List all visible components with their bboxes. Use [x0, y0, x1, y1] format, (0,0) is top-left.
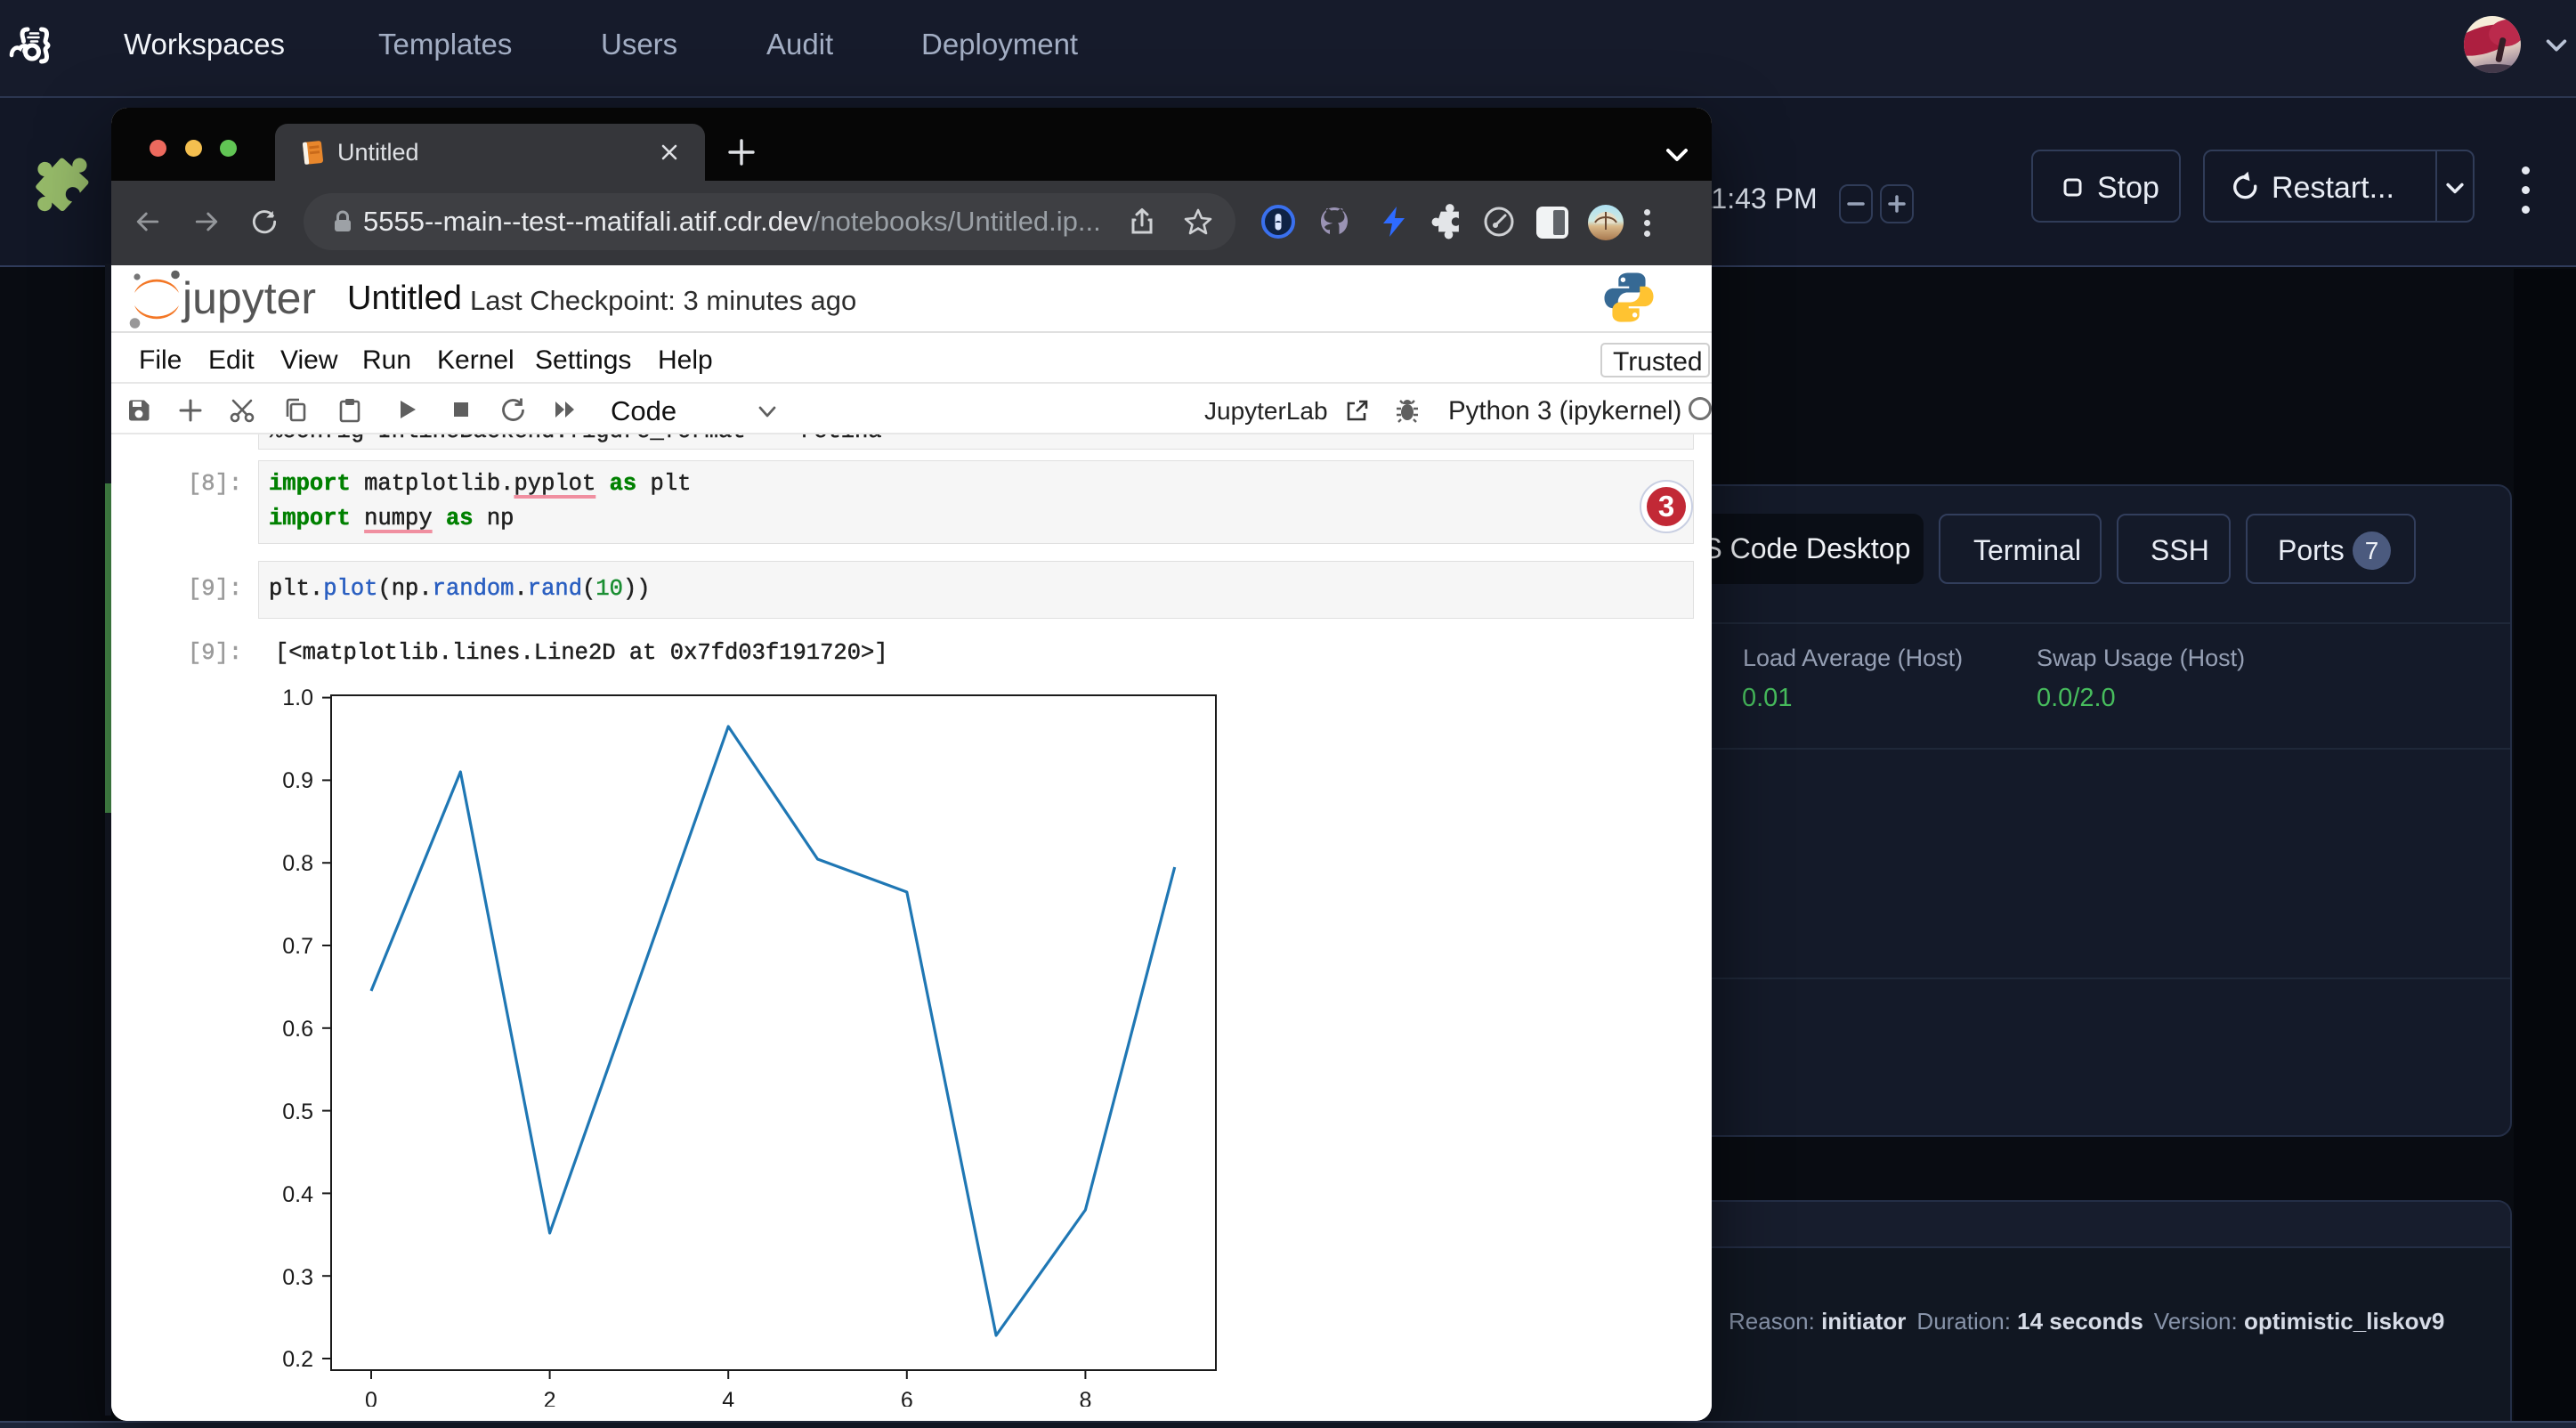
svg-text:0.4: 0.4 [282, 1182, 313, 1207]
svg-text:6: 6 [901, 1388, 913, 1407]
svg-text:0.7: 0.7 [282, 934, 313, 959]
svg-text:8: 8 [1079, 1388, 1091, 1407]
svg-text:0.2: 0.2 [282, 1347, 313, 1372]
svg-text:0.6: 0.6 [282, 1017, 313, 1042]
svg-text:2: 2 [544, 1388, 556, 1407]
svg-text:4: 4 [722, 1388, 734, 1407]
svg-text:0.3: 0.3 [282, 1265, 313, 1290]
svg-text:0.8: 0.8 [282, 851, 313, 876]
svg-text:0.5: 0.5 [282, 1099, 313, 1124]
svg-text:0.9: 0.9 [282, 768, 313, 793]
svg-text:0: 0 [365, 1388, 377, 1407]
svg-text:1.0: 1.0 [282, 687, 313, 710]
